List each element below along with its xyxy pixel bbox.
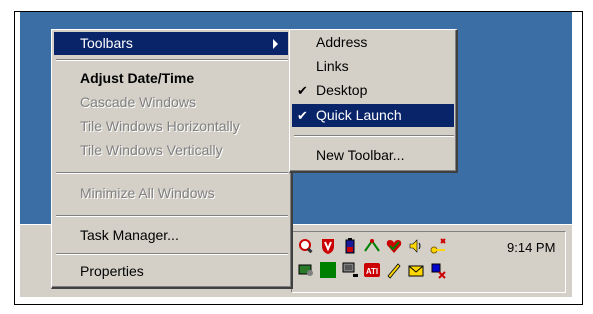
submenu-item-links[interactable]: Links [292, 55, 454, 78]
volume-icon[interactable] [406, 236, 426, 256]
antivirus-heart-icon[interactable] [384, 236, 404, 256]
menu-separator [56, 59, 288, 61]
submenu-item-label: Quick Launch [316, 107, 402, 123]
submenu-item-address[interactable]: Address [292, 31, 454, 54]
checkmark-icon: ✔ [297, 83, 308, 98]
taskbar-context-menu: Toolbars Adjust Date/Time Cascade Window… [51, 29, 293, 289]
menu-item-toolbars[interactable]: Toolbars [54, 32, 288, 55]
checkmark-icon: ✔ [297, 108, 308, 123]
menu-item-task-manager[interactable]: Task Manager... [54, 224, 288, 247]
submenu-item-label: Desktop [316, 82, 368, 98]
battery-icon[interactable] [340, 236, 360, 256]
tray-icon-row: ATI [296, 260, 474, 282]
key-icon[interactable] [428, 236, 448, 256]
submenu-item-quick-launch[interactable]: ✔ Quick Launch [292, 104, 454, 127]
svg-text:ATI: ATI [366, 267, 378, 276]
shield-v-icon[interactable] [318, 236, 338, 256]
pen-icon[interactable] [384, 260, 404, 280]
submenu-item-new-toolbar[interactable]: New Toolbar... [292, 144, 454, 167]
tray-clock[interactable]: 9:14 PM [507, 240, 555, 255]
menu-item-tile-horizontally: Tile Windows Horizontally [80, 118, 240, 134]
menu-item-properties[interactable]: Properties [54, 260, 288, 283]
menu-separator [56, 172, 288, 174]
submenu-arrow-icon [273, 39, 278, 49]
menu-separator [294, 135, 454, 137]
menu-separator [56, 215, 288, 217]
menu-item-adjust-date-time[interactable]: Adjust Date/Time [54, 67, 288, 90]
submenu-item-desktop[interactable]: ✔ Desktop [292, 79, 454, 102]
menu-item-cascade-windows: Cascade Windows [80, 94, 196, 110]
disconnected-icon[interactable] [428, 260, 448, 280]
tray-icon-row [296, 236, 474, 258]
network-computer-icon[interactable] [340, 260, 360, 280]
toolbars-submenu: Address Links ✔ Desktop ✔ Quick Launch N… [289, 29, 458, 173]
menu-item-tile-vertically: Tile Windows Vertically [80, 142, 223, 158]
monitor-icon[interactable] [296, 260, 316, 280]
tray-icons: ATI [296, 236, 474, 284]
menu-item-minimize-all: Minimize All Windows [80, 185, 215, 201]
green-square-icon[interactable] [318, 260, 338, 280]
envelope-icon[interactable] [406, 260, 426, 280]
magnifier-q-icon[interactable] [296, 236, 316, 256]
ati-icon[interactable]: ATI [362, 260, 382, 280]
menu-item-label: Toolbars [80, 35, 133, 51]
menu-separator [56, 253, 288, 255]
system-tray: ATI 9:14 PM [291, 231, 566, 293]
network-icon[interactable] [362, 236, 382, 256]
